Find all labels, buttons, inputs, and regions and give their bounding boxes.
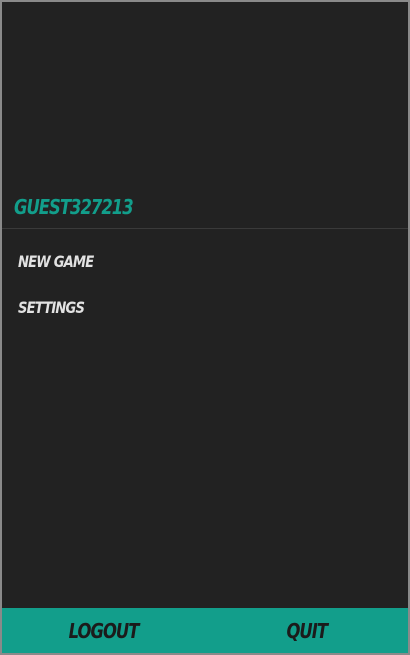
username-label: GUEST327213 xyxy=(14,195,134,219)
logout-button[interactable]: LOGOUT xyxy=(2,608,205,653)
quit-button[interactable]: QUIT xyxy=(205,608,408,653)
settings-menu-item[interactable]: SETTINGS xyxy=(18,298,85,317)
app-screen: GUEST327213 NEW GAME SETTINGS LOGOUT QUI… xyxy=(0,0,410,655)
header-divider xyxy=(2,228,408,229)
quit-button-label: QUIT xyxy=(286,618,328,643)
new-game-menu-item[interactable]: NEW GAME xyxy=(18,252,94,271)
bottom-action-bar: LOGOUT QUIT xyxy=(2,608,408,653)
logout-button-label: LOGOUT xyxy=(68,618,140,643)
